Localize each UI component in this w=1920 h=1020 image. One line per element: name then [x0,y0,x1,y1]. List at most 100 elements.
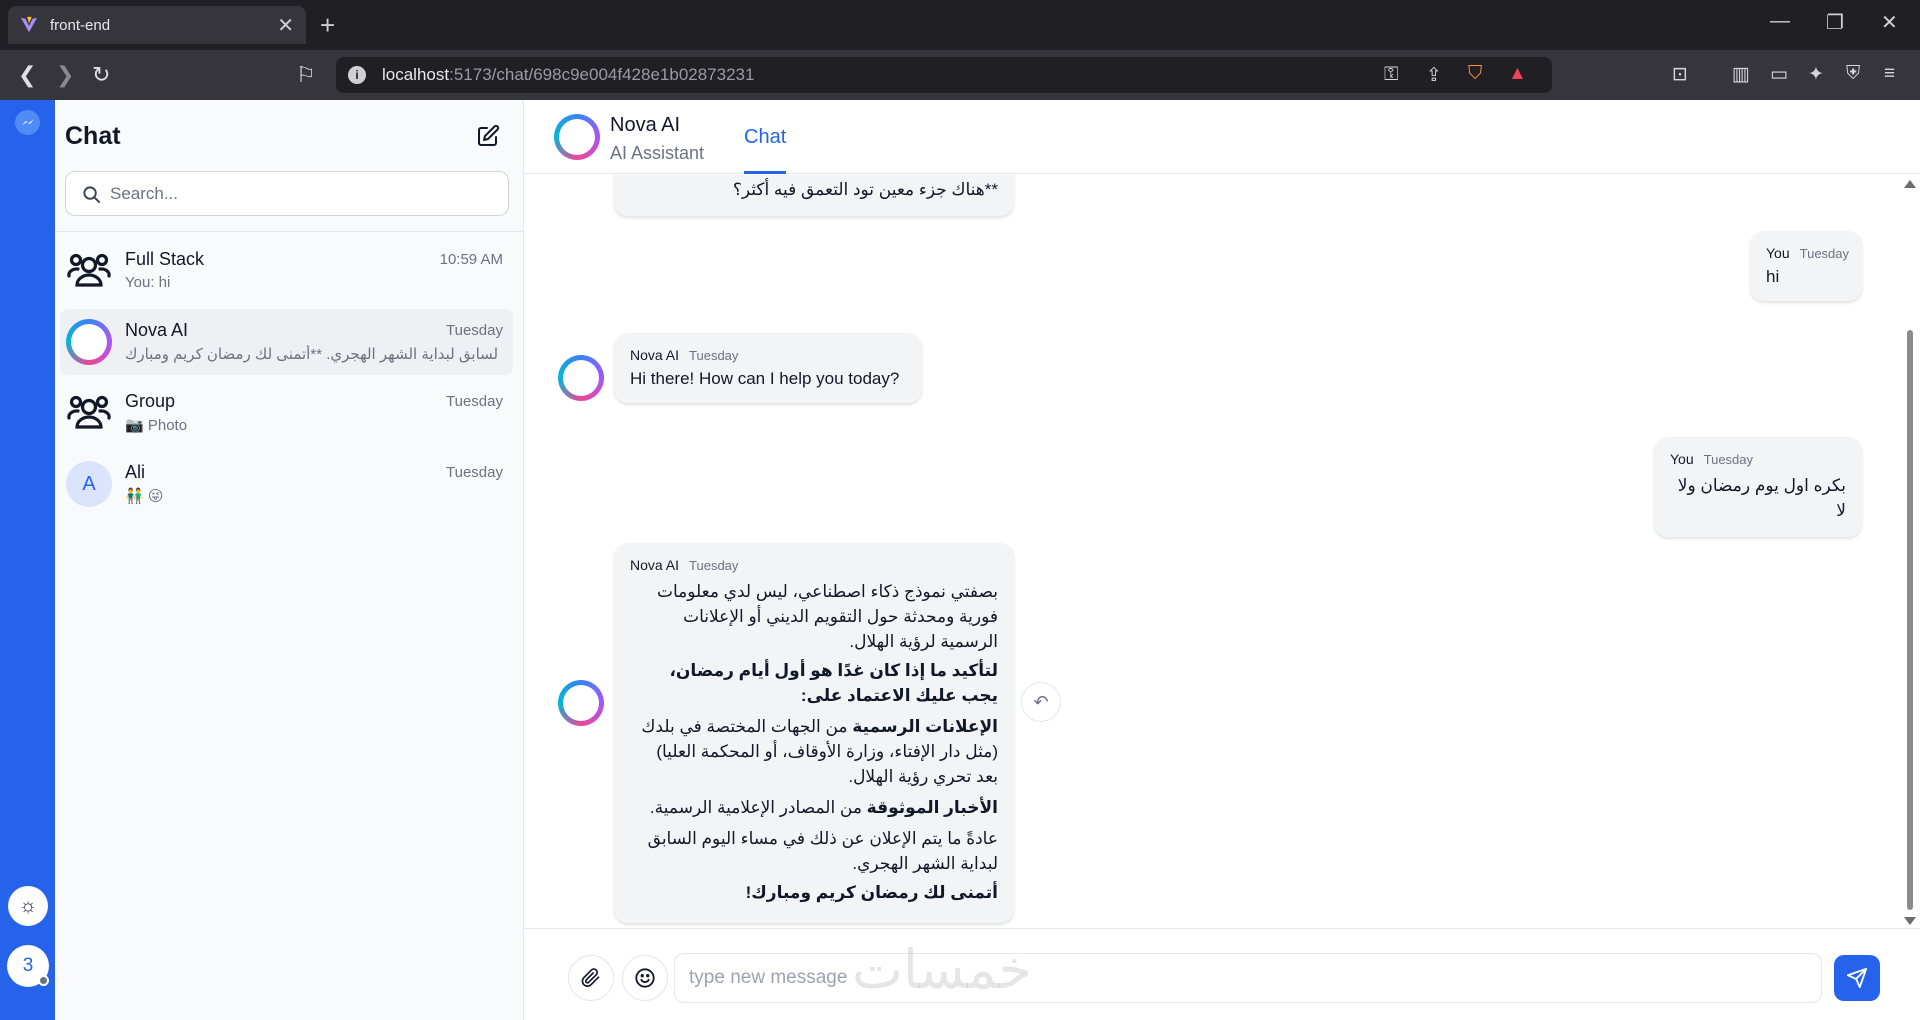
brave-shield-icon[interactable]: ⛉ [1468,63,1482,85]
address-bar[interactable]: i localhost:5173/chat/698c9e004f428e1b02… [336,57,1552,93]
close-tab-icon[interactable]: ✕ [277,13,294,38]
conversation-preview: You: hi [125,274,171,291]
search-input[interactable] [110,183,490,204]
conversation-sidebar: Chat Full Stack 10:59 AM You: hi [55,100,524,1020]
sidebar-toggle-icon[interactable]: ▥ [1732,63,1750,86]
message-text: **هناك جزء معين تود التعمق فيه أكثر؟ [732,180,998,199]
reload-icon[interactable]: ↻ [92,62,110,88]
url-path: :5173/chat/698c9e004f428e1b02873231 [449,65,755,84]
divider [55,231,524,232]
active-tab-indicator [744,171,786,174]
message-composer [524,928,1920,1020]
message-list-item: الإعلانات الرسمية من الجهات المختصة في ب… [641,717,998,786]
message-bubble-user: You Tuesday بكره اول يوم رمضان ولا لا [1654,437,1862,537]
chat-header: Nova AI AI Assistant Chat [524,100,1920,174]
theme-toggle-sun-icon[interactable]: ☼ [8,886,48,926]
browser-tab-strip: front-end ✕ + — ❐ ✕ [0,0,1920,50]
scroll-thumb[interactable] [1907,330,1913,910]
message-list[interactable]: **هناك جزء معين تود التعمق فيه أكثر؟ You… [524,175,1920,928]
message-time: Tuesday [689,348,739,363]
bookmark-icon[interactable]: ⚐ [296,62,316,88]
message-sender: Nova AI [630,347,680,363]
message-paragraph: عادةً ما يتم الإعلان عن ذلك في مساء اليو… [647,829,998,873]
message-time: Tuesday [689,558,739,573]
scroll-down-icon[interactable] [1904,917,1916,925]
contact-name: Nova AI [610,114,681,136]
reader-icon[interactable]: ⊡ [1672,63,1688,86]
message-scrollbar[interactable] [1904,180,1916,925]
nova-ai-avatar [554,114,600,160]
conversation-time: Tuesday [446,322,503,339]
message-bubble-ai: **هناك جزء معين تود التعمق فيه أكثر؟ [614,175,1014,216]
conversation-name: Full Stack [125,249,205,269]
compose-icon[interactable] [476,124,500,148]
left-rail: ☼ 3 [0,100,55,1020]
leo-ai-icon[interactable]: ✦ [1808,63,1824,86]
conversation-time: Tuesday [446,464,503,481]
messenger-logo-icon[interactable] [15,110,40,135]
reply-icon[interactable]: ↶ [1021,682,1061,722]
message-text: بكره اول يوم رمضان ولا لا [1677,476,1846,520]
message-paragraph: بصفتي نموذج ذكاء اصطناعي، ليس لدي معلوما… [656,582,998,651]
message-input[interactable] [674,953,1822,1003]
tab-title: front-end [50,16,111,34]
message-bubble-user: You Tuesday hi [1750,231,1862,301]
attach-button[interactable] [568,955,614,1001]
message-text: Hi there! How can I help you today? [630,369,900,388]
letter-avatar: A [66,461,112,507]
group-avatar-icon [67,395,111,429]
conversation-name: Ali [125,462,146,482]
key-icon[interactable]: ⚿ [1384,64,1398,86]
site-info-icon[interactable]: i [348,66,366,84]
message-sender: You [1766,245,1790,261]
share-icon[interactable]: ⇪ [1426,64,1442,87]
tab-chat[interactable]: Chat [744,126,786,149]
message-text: hi [1766,267,1780,286]
conversation-full-stack[interactable]: Full Stack 10:59 AM You: hi [60,238,513,304]
scroll-up-icon[interactable] [1904,180,1916,188]
send-icon [1846,967,1868,989]
message-time: Tuesday [1799,246,1850,261]
restore-icon[interactable]: ❐ [1826,10,1844,35]
conversation-group[interactable]: Group Tuesday 📷 Photo [60,380,513,446]
message-sender: You [1670,451,1694,467]
user-avatar[interactable]: 3 [7,945,49,987]
minimize-icon[interactable]: — [1770,10,1790,33]
conversation-nova-ai[interactable]: Nova AI Tuesday لسابق لبداية الشهر الهجر… [60,309,513,375]
close-window-icon[interactable]: ✕ [1881,10,1898,35]
vite-logo-icon [20,16,38,33]
message-sender: Nova AI [630,557,680,573]
message-bubble-ai: Nova AI Tuesday بصفتي نموذج ذكاء اصطناعي… [614,543,1014,923]
conversation-ali[interactable]: A Ali Tuesday 👬 😜 [60,451,513,517]
message-list-item: الأخبار الموثوقة من المصادر الإعلامية ال… [649,798,998,817]
chat-panel: Nova AI AI Assistant Chat **هناك جزء معي… [524,100,1920,1020]
conversation-name: Nova AI [125,320,189,340]
new-tab-icon[interactable]: + [320,10,335,41]
group-avatar-icon [67,253,111,287]
paperclip-icon [581,968,600,987]
user-avatar-label: 3 [22,955,34,976]
conversation-time: Tuesday [446,393,503,410]
url-host: localhost [382,65,450,84]
nova-ai-avatar [66,319,112,365]
brave-rewards-icon[interactable]: ▲ [1508,63,1527,85]
conversation-name: Group [125,391,176,411]
status-dot [38,975,49,986]
message-body: بصفتي نموذج ذكاء اصطناعي، ليس لدي معلوما… [630,579,998,905]
wallet-icon[interactable]: ▭ [1770,63,1788,86]
smiley-icon [635,968,655,988]
message-paragraph: لتأكيد ما إذا كان غدًا هو أول أيام رمضان… [669,661,998,705]
browser-toolbar: ❮ ❯ ↻ ⚐ i localhost:5173/chat/698c9e004f… [0,50,1920,100]
search-box [65,171,509,216]
nova-ai-avatar [558,680,604,726]
vpn-icon[interactable]: ⛨ [1846,63,1860,85]
send-button[interactable] [1834,955,1880,1001]
search-icon [83,186,101,204]
browser-tab[interactable]: front-end ✕ [8,6,306,44]
emoji-button[interactable] [622,955,668,1001]
nova-ai-avatar [558,355,604,401]
back-icon[interactable]: ❮ [18,62,36,88]
message-time: Tuesday [1703,452,1754,467]
forward-icon[interactable]: ❯ [56,62,74,88]
menu-icon[interactable]: ≡ [1884,63,1895,85]
